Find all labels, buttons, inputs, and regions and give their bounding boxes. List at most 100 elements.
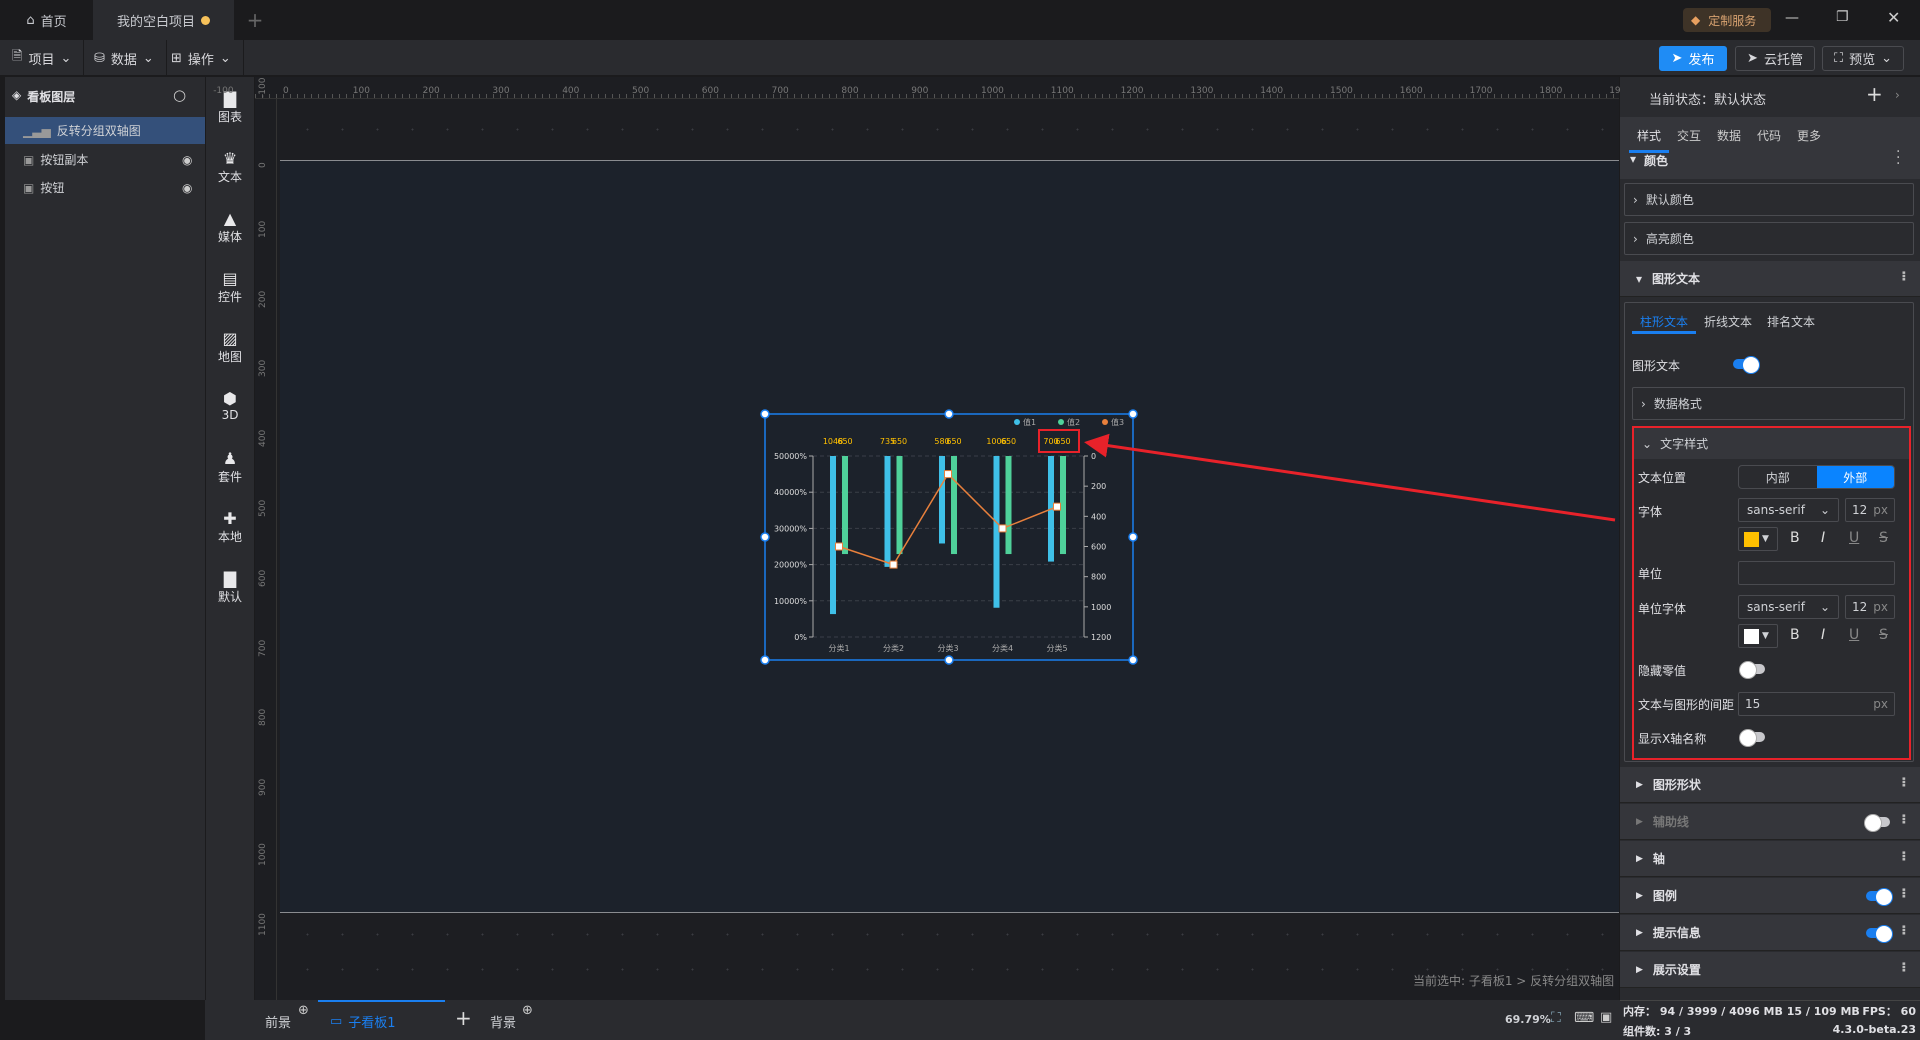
menu-project[interactable]: 🗎 项目 ⌄ xyxy=(0,40,85,76)
italic-button[interactable]: I xyxy=(1821,530,1825,546)
line-point[interactable] xyxy=(889,560,898,569)
more-icon[interactable]: ··· xyxy=(1896,145,1900,171)
bar-值2[interactable] xyxy=(896,456,903,555)
inner-option[interactable]: 内部 xyxy=(1739,466,1817,488)
tool-5[interactable]: ⬢ 3D xyxy=(206,390,254,423)
section-toggle[interactable] xyxy=(1866,888,1893,906)
outer-option[interactable]: 外部 xyxy=(1816,466,1894,488)
resize-handle[interactable] xyxy=(944,409,954,419)
line-point[interactable] xyxy=(998,524,1007,533)
dual-axis-chart[interactable]: 0% 10000% 20000% 30000% 40000% 50000% 0 200 400 6… xyxy=(760,409,1138,665)
font-size-input[interactable]: 12 px xyxy=(1845,498,1895,522)
section-header[interactable]: ▶ 提示信息 ··· xyxy=(1620,915,1920,951)
add-foreground-icon[interactable]: ⊕ xyxy=(298,1003,309,1018)
tool-3[interactable]: ▤ 控件 xyxy=(206,270,254,305)
background-tab[interactable]: 背景 xyxy=(490,1012,516,1031)
resize-handle[interactable] xyxy=(1128,409,1138,419)
section-header[interactable]: ▶ 辅助线 ··· xyxy=(1620,804,1920,840)
cloud-hosting-button[interactable]: ➤ 云托管 xyxy=(1735,46,1815,71)
section-header[interactable]: ▶ 图形形状 ··· xyxy=(1620,767,1920,803)
eye-hidden-icon[interactable]: ◉ xyxy=(182,181,192,195)
line-point[interactable] xyxy=(1053,502,1061,511)
font-family-select[interactable]: sans-serif ⌄ xyxy=(1738,498,1839,522)
font-color-picker[interactable]: ▼ xyxy=(1738,527,1778,551)
resize-handle[interactable] xyxy=(760,409,770,419)
line-point[interactable] xyxy=(944,470,952,479)
tool-8[interactable]: ▇ 默认 xyxy=(206,570,254,605)
bar-值1[interactable] xyxy=(884,456,891,567)
section-toggle[interactable] xyxy=(1866,925,1893,943)
italic-button[interactable]: I xyxy=(1821,627,1825,643)
layer-item[interactable]: ▁▃▅ 反转分组双轴图 xyxy=(5,117,205,144)
resize-handle[interactable] xyxy=(760,532,770,542)
maximize-button[interactable]: ❐ xyxy=(1836,9,1849,25)
section-header[interactable]: ▶ 图例 ··· xyxy=(1620,878,1920,914)
line-point[interactable] xyxy=(835,542,843,551)
tool-1[interactable]: ♛ 文本 xyxy=(206,150,254,185)
bold-button[interactable]: B xyxy=(1790,530,1800,546)
add-subboard-button[interactable]: + xyxy=(455,1006,472,1030)
bar-值1[interactable] xyxy=(830,456,836,615)
panel-tab[interactable]: 更多 xyxy=(1797,127,1821,144)
resize-handle[interactable] xyxy=(1128,532,1138,542)
show-x-name-toggle[interactable] xyxy=(1739,729,1765,747)
strikethrough-button[interactable]: S xyxy=(1879,627,1888,643)
shape-text-toggle[interactable] xyxy=(1733,356,1760,374)
bar-值2[interactable] xyxy=(1005,456,1012,555)
bar-值1[interactable] xyxy=(939,456,945,544)
minimize-button[interactable]: — xyxy=(1785,10,1799,26)
panel-tab[interactable]: 样式 xyxy=(1637,127,1661,144)
foreground-tab[interactable]: 前景 xyxy=(265,1012,291,1031)
resize-handle[interactable] xyxy=(1128,655,1138,665)
eye-hidden-icon[interactable]: ◉ xyxy=(182,153,192,167)
tab-home[interactable]: ⌂ 首页 xyxy=(0,0,93,40)
hide-zero-toggle[interactable] xyxy=(1739,661,1765,679)
layer-item[interactable]: ▣ 按钮副本 ◉ xyxy=(5,146,205,173)
menu-operation[interactable]: ⊞ 操作 ⌄ xyxy=(159,40,244,76)
more-icon[interactable]: ··· xyxy=(1895,813,1911,823)
add-background-icon[interactable]: ⊕ xyxy=(522,1003,533,1018)
publish-button[interactable]: ➤ 发布 xyxy=(1659,46,1727,71)
tool-7[interactable]: ✚ 本地 xyxy=(206,510,254,545)
section-shape-text[interactable]: ▾ 图形文本 ··· xyxy=(1620,261,1920,297)
panel-tab[interactable]: 数据 xyxy=(1717,127,1741,144)
preview-button[interactable]: ⛶ 预览 ⌄ xyxy=(1822,46,1904,71)
text-style-header[interactable]: ⌄ 文字样式 xyxy=(1634,428,1909,459)
underline-button[interactable]: U xyxy=(1849,627,1859,643)
more-icon[interactable]: ··· xyxy=(1895,887,1911,897)
subtab[interactable]: 柱形文本 xyxy=(1640,313,1688,330)
strikethrough-button[interactable]: S xyxy=(1879,530,1888,546)
section-header[interactable]: ▶ 展示设置 ··· xyxy=(1620,952,1920,988)
tool-4[interactable]: ▨ 地图 xyxy=(206,330,254,365)
section-header[interactable]: ▶ 轴 ··· xyxy=(1620,841,1920,877)
more-icon[interactable]: ··· xyxy=(1895,961,1911,971)
tab-project[interactable]: 我的空白项目 xyxy=(93,0,234,40)
resize-handle[interactable] xyxy=(760,655,770,665)
more-icon[interactable]: ··· xyxy=(1895,924,1911,934)
chevron-right-icon[interactable]: › xyxy=(1895,88,1900,102)
tool-6[interactable]: ♟ 套件 xyxy=(206,450,254,485)
terminal-icon[interactable]: ▣ xyxy=(1600,1010,1612,1025)
highlight-color-group[interactable]: › 高亮颜色 xyxy=(1624,222,1914,255)
unit-input[interactable] xyxy=(1738,561,1895,585)
resize-handle[interactable] xyxy=(944,655,954,665)
unit-font-family-select[interactable]: sans-serif ⌄ xyxy=(1738,595,1839,619)
bold-button[interactable]: B xyxy=(1790,627,1800,643)
more-icon[interactable]: ··· xyxy=(1895,850,1911,860)
underline-button[interactable]: U xyxy=(1849,530,1859,546)
panel-tab[interactable]: 交互 xyxy=(1677,127,1701,144)
data-format-group[interactable]: › 数据格式 xyxy=(1632,387,1905,420)
subboard-tab[interactable]: ▭ 子看板1 xyxy=(318,1000,445,1040)
search-icon[interactable]: ○ xyxy=(173,86,186,104)
subtab[interactable]: 排名文本 xyxy=(1767,313,1815,330)
fit-screen-icon[interactable]: ⛶ xyxy=(1551,1010,1561,1026)
custom-service-button[interactable]: ◆ 定制服务 xyxy=(1683,8,1771,32)
subtab[interactable]: 折线文本 xyxy=(1704,313,1752,330)
gap-input[interactable]: 15 px xyxy=(1738,692,1895,716)
unit-font-size-input[interactable]: 12 px xyxy=(1845,595,1895,619)
add-state-button[interactable]: + xyxy=(1866,82,1883,106)
more-icon[interactable]: ··· xyxy=(1895,270,1911,280)
new-tab-button[interactable]: + xyxy=(240,0,270,40)
more-icon[interactable]: ··· xyxy=(1895,776,1911,786)
panel-tab[interactable]: 代码 xyxy=(1757,127,1781,144)
